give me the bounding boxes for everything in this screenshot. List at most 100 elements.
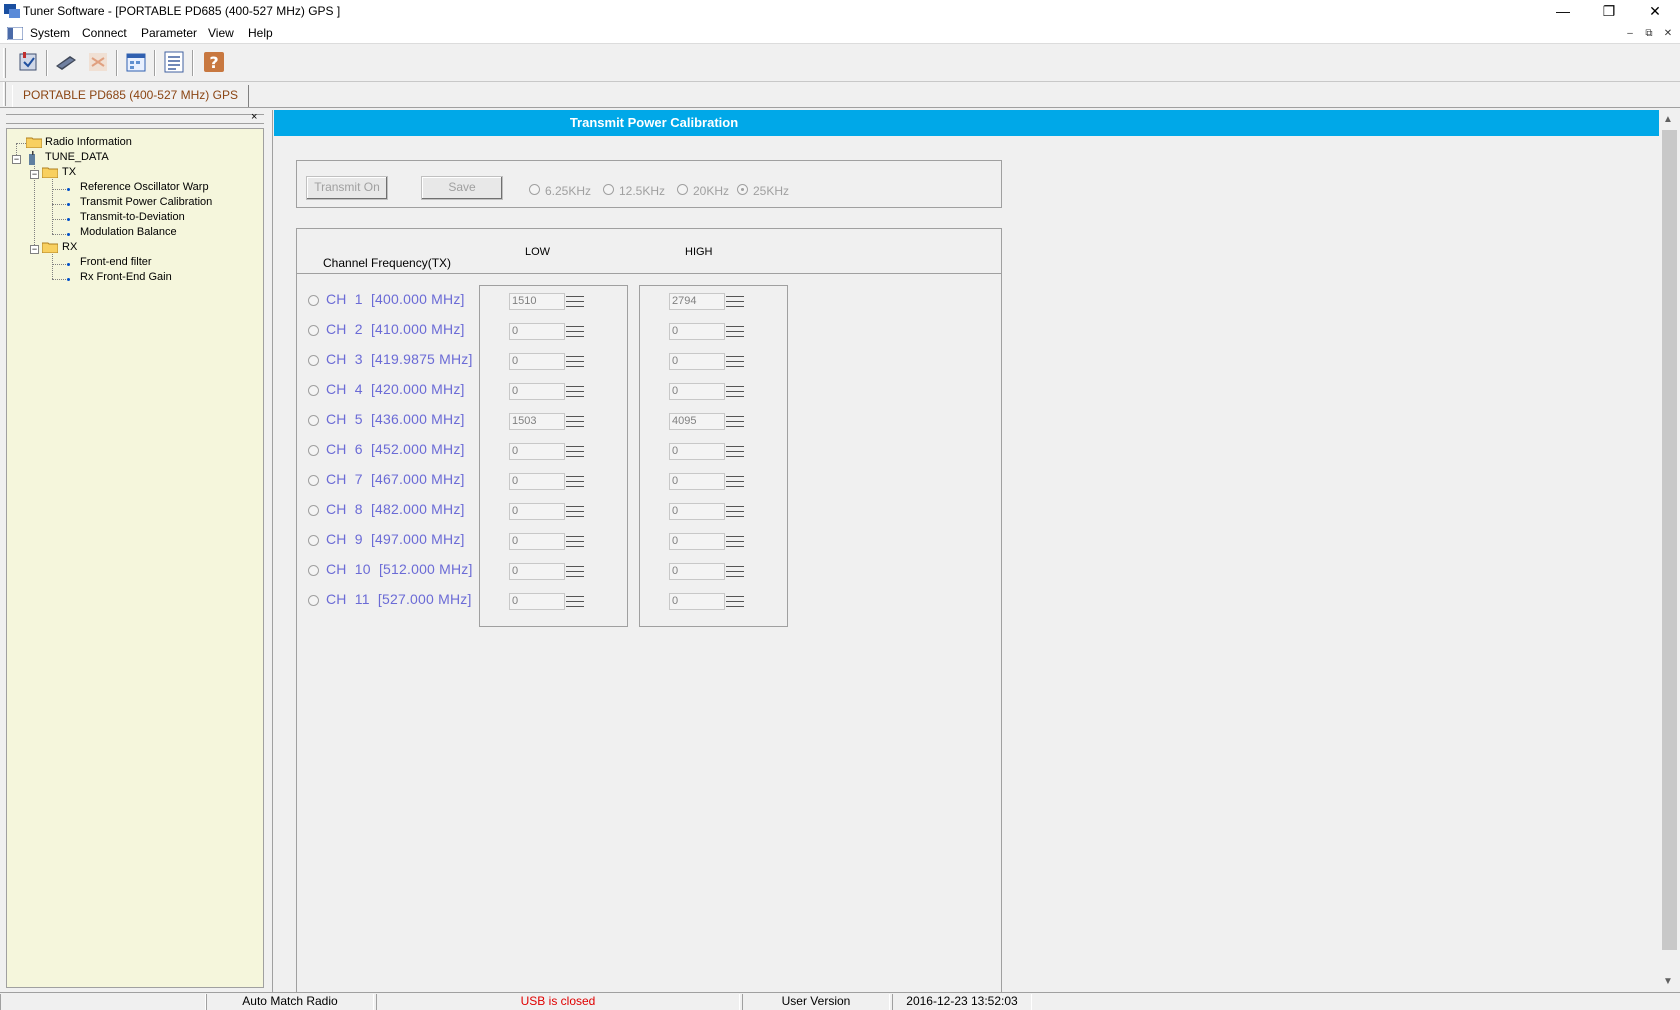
high-value-spinner[interactable] — [726, 563, 744, 580]
high-value-spinner[interactable] — [726, 323, 744, 340]
channel-label[interactable]: CH 8 [482.000 MHz] — [326, 501, 465, 517]
transmit-on-button[interactable]: Transmit On — [306, 176, 388, 200]
menu-connect[interactable]: Connect — [80, 26, 129, 40]
high-value-spinner[interactable] — [726, 503, 744, 520]
radio-20khz[interactable] — [677, 184, 688, 195]
low-value-spinner[interactable] — [566, 323, 584, 340]
high-value-spinner[interactable] — [726, 473, 744, 490]
high-value-input[interactable]: 4095 — [669, 413, 725, 430]
high-value-spinner[interactable] — [726, 413, 744, 430]
channel-radio[interactable] — [308, 355, 319, 366]
channel-label[interactable]: CH 7 [467.000 MHz] — [326, 471, 465, 487]
low-value-spinner[interactable] — [566, 353, 584, 370]
tree-item-rx-front-end-gain[interactable]: Rx Front-End Gain — [80, 271, 172, 283]
list-icon[interactable] — [160, 48, 188, 76]
channel-radio[interactable] — [308, 505, 319, 516]
tree-item-transmit-to-deviation[interactable]: Transmit-to-Deviation — [80, 211, 185, 223]
low-value-input[interactable]: 1510 — [509, 293, 565, 310]
channel-radio[interactable] — [308, 595, 319, 606]
channel-label[interactable]: CH 4 [420.000 MHz] — [326, 381, 465, 397]
help-icon[interactable]: ? — [200, 48, 228, 76]
low-value-spinner[interactable] — [566, 383, 584, 400]
mdi-minimize-button[interactable]: – — [1622, 27, 1638, 41]
close-button[interactable]: ✕ — [1632, 0, 1678, 24]
vertical-scrollbar[interactable]: ▲ ▼ — [1659, 110, 1680, 992]
low-value-spinner[interactable] — [566, 443, 584, 460]
channel-radio[interactable] — [308, 385, 319, 396]
channel-radio[interactable] — [308, 445, 319, 456]
high-value-input[interactable]: 0 — [669, 383, 725, 400]
high-value-input[interactable]: 0 — [669, 503, 725, 520]
high-value-spinner[interactable] — [726, 443, 744, 460]
tree-item-modulation-balance[interactable]: Modulation Balance — [80, 226, 177, 238]
tree-item-tune-data[interactable]: TUNE_DATA — [45, 151, 109, 163]
high-value-spinner[interactable] — [726, 593, 744, 610]
radio-6-25khz[interactable] — [529, 184, 540, 195]
save-button[interactable]: Save — [421, 176, 503, 200]
high-value-spinner[interactable] — [726, 533, 744, 550]
tree-expander[interactable]: − — [30, 245, 39, 254]
low-value-input[interactable]: 0 — [509, 383, 565, 400]
low-value-input[interactable]: 1503 — [509, 413, 565, 430]
document-icon[interactable] — [7, 27, 23, 40]
low-value-spinner[interactable] — [566, 503, 584, 520]
low-value-spinner[interactable] — [566, 593, 584, 610]
channel-radio[interactable] — [308, 535, 319, 546]
channel-label[interactable]: CH 11 [527.000 MHz] — [326, 591, 472, 607]
channel-label[interactable]: CH 5 [436.000 MHz] — [326, 411, 465, 427]
channel-label[interactable]: CH 3 [419.9875 MHz] — [326, 351, 473, 367]
mdi-close-button[interactable]: ✕ — [1660, 27, 1676, 41]
tree-expander[interactable]: − — [12, 155, 21, 164]
channel-label[interactable]: CH 2 [410.000 MHz] — [326, 321, 465, 337]
menu-view[interactable]: View — [206, 26, 236, 40]
channel-radio[interactable] — [308, 295, 319, 306]
high-value-input[interactable]: 0 — [669, 593, 725, 610]
high-value-input[interactable]: 0 — [669, 353, 725, 370]
radio-read-icon[interactable] — [14, 48, 42, 76]
tree-item-radio-information[interactable]: Radio Information — [45, 136, 132, 148]
tree-item-tx[interactable]: TX — [62, 166, 76, 178]
minimize-button[interactable]: — — [1540, 0, 1586, 24]
menu-help[interactable]: Help — [246, 26, 275, 40]
tree-panel-close-icon[interactable]: × — [251, 111, 257, 123]
low-value-input[interactable]: 0 — [509, 353, 565, 370]
tree-item-transmit-power-calibration[interactable]: Transmit Power Calibration — [80, 196, 212, 208]
high-value-input[interactable]: 0 — [669, 323, 725, 340]
tree-item-reference-oscillator-warp[interactable]: Reference Oscillator Warp — [80, 181, 209, 193]
radio-12-5khz[interactable] — [603, 184, 614, 195]
low-value-spinner[interactable] — [566, 533, 584, 550]
channel-radio[interactable] — [308, 565, 319, 576]
high-value-input[interactable]: 0 — [669, 533, 725, 550]
high-value-input[interactable]: 0 — [669, 473, 725, 490]
high-value-input[interactable]: 0 — [669, 563, 725, 580]
channel-radio[interactable] — [308, 415, 319, 426]
calendar-icon[interactable] — [122, 48, 150, 76]
low-value-input[interactable]: 0 — [509, 503, 565, 520]
high-value-spinner[interactable] — [726, 293, 744, 310]
high-value-spinner[interactable] — [726, 353, 744, 370]
high-value-input[interactable]: 2794 — [669, 293, 725, 310]
scroll-down-icon[interactable]: ▼ — [1663, 976, 1673, 987]
tab-portable-pd685[interactable]: PORTABLE PD685 (400-527 MHz) GPS — [12, 85, 249, 107]
disconnect-icon[interactable] — [84, 48, 112, 76]
mdi-restore-button[interactable]: ⧉ — [1641, 27, 1657, 41]
high-value-input[interactable]: 0 — [669, 443, 725, 460]
scroll-up-icon[interactable]: ▲ — [1663, 114, 1673, 125]
menu-system[interactable]: System — [28, 26, 72, 40]
low-value-input[interactable]: 0 — [509, 323, 565, 340]
tree-item-rx[interactable]: RX — [62, 241, 77, 253]
tree-expander[interactable]: − — [30, 170, 39, 179]
tree-item-front-end-filter[interactable]: Front-end filter — [80, 256, 152, 268]
channel-radio[interactable] — [308, 475, 319, 486]
channel-radio[interactable] — [308, 325, 319, 336]
scroll-thumb[interactable] — [1662, 130, 1677, 950]
low-value-input[interactable]: 0 — [509, 593, 565, 610]
radio-25khz[interactable] — [737, 184, 748, 195]
channel-label[interactable]: CH 10 [512.000 MHz] — [326, 561, 473, 577]
channel-label[interactable]: CH 9 [497.000 MHz] — [326, 531, 465, 547]
usb-connect-icon[interactable] — [52, 48, 80, 76]
restore-button[interactable]: ❐ — [1586, 0, 1632, 24]
high-value-spinner[interactable] — [726, 383, 744, 400]
low-value-spinner[interactable] — [566, 413, 584, 430]
low-value-input[interactable]: 0 — [509, 563, 565, 580]
